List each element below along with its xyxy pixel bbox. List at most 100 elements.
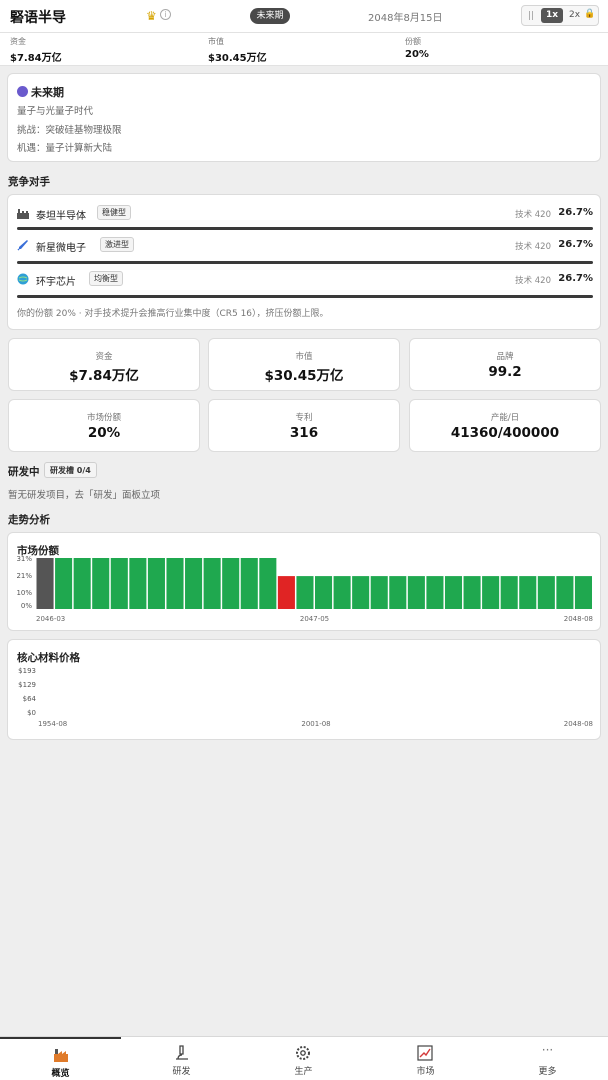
metric-market-cap: 市值 $30.45万亿 bbox=[208, 338, 400, 391]
more-icon: ··· bbox=[541, 1043, 554, 1057]
factory-icon bbox=[54, 1049, 68, 1062]
market-share-chart-card: 市场份额 31% 21% 10% 0% 2046-03 2047-05 2048-08 bbox=[7, 532, 601, 631]
competitor-name: 新星微电子 bbox=[36, 243, 86, 254]
game-date: 2048年8月15日 bbox=[368, 13, 443, 24]
chart-bar bbox=[389, 576, 407, 609]
chart-bar bbox=[537, 576, 555, 609]
era-title-text: 未来期 bbox=[31, 86, 64, 99]
stat-value: 20% bbox=[405, 49, 429, 60]
chart-bar bbox=[482, 576, 500, 609]
y-tick-label: $64 bbox=[23, 695, 37, 703]
chart-bar bbox=[55, 558, 73, 609]
bottom-nav: 概览 研发 生产 市场 ··· 更多 bbox=[0, 1036, 608, 1080]
nav-label: 概览 bbox=[51, 1069, 70, 1079]
metric-brand: 品牌 99.2 bbox=[409, 338, 601, 391]
era-line: 挑战：突破硅基物理极限 bbox=[17, 125, 122, 136]
competitors-heading: 竞争对手 bbox=[8, 176, 50, 188]
chart-icon bbox=[417, 1045, 433, 1061]
material-price-chart: $193 $129 $64 $01954-08 2001-08 2048-08 bbox=[18, 667, 593, 728]
chart-bar bbox=[36, 558, 54, 609]
globe-icon bbox=[17, 273, 29, 285]
competitor-share: 26.7% bbox=[558, 207, 593, 218]
chart-bar bbox=[73, 558, 91, 609]
chart-bar bbox=[352, 576, 370, 609]
chart-bar bbox=[407, 576, 425, 609]
metric-label: 市场份额 bbox=[86, 413, 121, 423]
microscope-icon bbox=[176, 1045, 188, 1060]
chart-bar bbox=[166, 558, 184, 609]
chart-bar bbox=[296, 576, 314, 609]
nav-label: 市场 bbox=[416, 1067, 435, 1077]
chart-bar bbox=[240, 558, 258, 609]
chart-bar bbox=[259, 558, 277, 609]
nav-label: 更多 bbox=[538, 1067, 557, 1077]
nav-production[interactable]: 生产 bbox=[243, 1037, 364, 1080]
stat-label: 资金 bbox=[10, 37, 26, 46]
x-tick-label: 1954-08 bbox=[38, 720, 67, 728]
chart-bar bbox=[500, 576, 518, 609]
metric-value: 316 bbox=[289, 425, 319, 441]
chart-bar bbox=[92, 558, 110, 609]
nav-label: 研发 bbox=[172, 1067, 191, 1077]
competitor-tag: 均衡型 bbox=[89, 271, 123, 286]
stat-label: 份额 bbox=[405, 37, 421, 46]
metric-funds: 资金 $7.84万亿 bbox=[8, 338, 200, 391]
nav-research[interactable]: 研发 bbox=[121, 1037, 242, 1080]
speed-2x-button[interactable]: 2x bbox=[569, 10, 580, 20]
competitor-row[interactable]: 环宇芯片 均衡型 技术 420 26.7% bbox=[17, 271, 593, 291]
metric-label: 专利 bbox=[295, 413, 313, 423]
chart-bar bbox=[426, 576, 444, 609]
chart-bar bbox=[129, 558, 147, 609]
y-tick-label: 0% bbox=[21, 602, 32, 610]
era-line: 量子与光量子时代 bbox=[17, 106, 94, 117]
nav-overview[interactable]: 概览 bbox=[0, 1037, 121, 1080]
market-share-chart: 31% 21% 10% 0% 2046-03 2047-05 2048-08 bbox=[16, 555, 593, 623]
speed-1x-button[interactable]: 1x bbox=[541, 8, 563, 23]
nav-more[interactable]: ··· 更多 bbox=[487, 1037, 608, 1080]
chart-bar bbox=[147, 558, 165, 609]
competitor-tech: 技术 420 bbox=[515, 276, 551, 286]
metric-value: $7.84万亿 bbox=[69, 368, 139, 384]
chart-bar bbox=[203, 558, 221, 609]
metric-value: $30.45万亿 bbox=[264, 368, 344, 384]
competitor-tag: 激进型 bbox=[100, 237, 134, 252]
crown-icon[interactable]: ♛ bbox=[146, 9, 157, 23]
chart-bar bbox=[333, 576, 351, 609]
rd-heading: 研发中 bbox=[8, 466, 40, 478]
stat-value: $7.84万亿 bbox=[10, 53, 62, 64]
material-price-chart-card: 核心材料价格 $193 $129 $64 $0 1954-08 2001-08 2048-0… bbox=[7, 639, 601, 740]
competitor-note: 你的份额 20% · 对手技术提升会推高行业集中度（CR5 16），挤压份额上限… bbox=[17, 309, 329, 319]
chart-bar bbox=[315, 576, 333, 609]
chart-bar bbox=[277, 576, 295, 609]
x-tick-label: 2001-08 bbox=[301, 720, 330, 728]
metric-patents: 专利 316 bbox=[208, 399, 400, 452]
metric-market-share: 市场份额 20% bbox=[8, 399, 200, 452]
y-tick-label: $0 bbox=[27, 709, 36, 717]
gear-icon bbox=[296, 1046, 310, 1060]
competitor-row[interactable]: 泰坦半导体 稳健型 技术 420 26.7% bbox=[17, 205, 593, 225]
chart-bar bbox=[222, 558, 240, 609]
nav-market[interactable]: 市场 bbox=[365, 1037, 486, 1080]
competitor-share: 26.7% bbox=[558, 273, 593, 284]
competitor-row[interactable]: 新星微电子 激进型 技术 420 26.7% bbox=[17, 237, 593, 257]
y-tick-label: $129 bbox=[18, 681, 36, 689]
pause-button[interactable]: || bbox=[528, 11, 534, 21]
competitor-tag: 稳健型 bbox=[97, 205, 131, 220]
metric-value: 41360/400000 bbox=[450, 425, 560, 441]
metric-value: 99.2 bbox=[488, 364, 522, 380]
chart-bar bbox=[519, 576, 537, 609]
nav-label: 生产 bbox=[294, 1067, 313, 1077]
metric-label: 资金 bbox=[95, 352, 113, 362]
y-tick-label: $193 bbox=[18, 667, 36, 675]
era-card: 未来期 量子与光量子时代 挑战：突破硅基物理极限 机遇：量子计算新大陆 bbox=[7, 73, 601, 162]
competitor-share-bar bbox=[17, 295, 593, 298]
competitor-tech: 技术 420 bbox=[515, 242, 551, 252]
company-title: 硻语半导 bbox=[10, 10, 66, 26]
metric-capacity: 产能/日 41360/400000 bbox=[409, 399, 601, 452]
metric-label: 品牌 bbox=[496, 352, 514, 362]
era-icon bbox=[17, 86, 28, 97]
factory-icon bbox=[17, 209, 29, 219]
lock-icon: 🔒 bbox=[584, 9, 596, 19]
metric-value: 20% bbox=[87, 425, 121, 441]
info-icon[interactable]: i bbox=[160, 9, 171, 20]
